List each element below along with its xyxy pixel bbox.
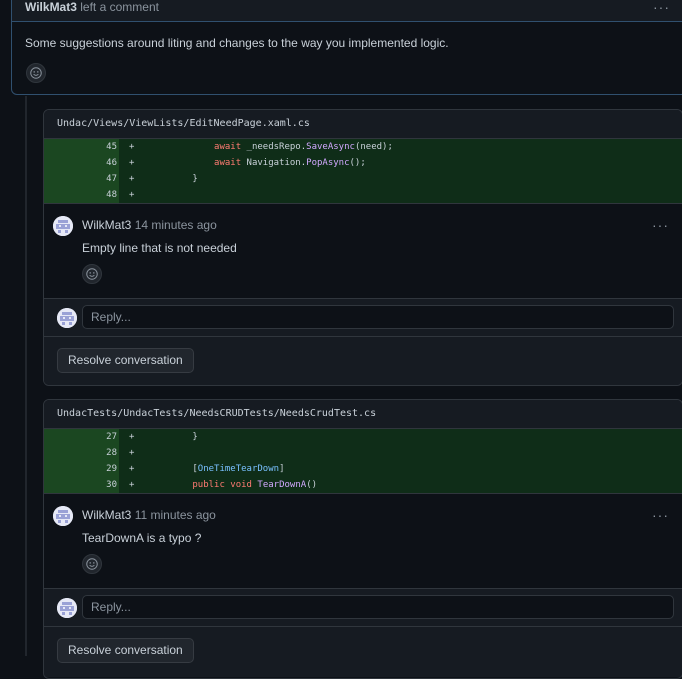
diff-sign: + <box>129 448 135 458</box>
comment-body: Some suggestions around liting and chang… <box>25 36 449 50</box>
thread-comment: WilkMat3 11 minutes ago ··· TearDownA is… <box>44 493 682 589</box>
more-options-icon[interactable]: ··· <box>653 0 670 15</box>
code-token-kw: void <box>230 480 252 490</box>
diff-line[interactable]: 47 + } <box>44 171 682 187</box>
code-token-fn: SaveAsync <box>306 142 355 152</box>
comment-author-line: WilkMat3 left a comment <box>25 0 159 14</box>
comment-author-line: WilkMat3 11 minutes ago <box>82 508 216 522</box>
resolve-conversation-button[interactable]: Resolve conversation <box>57 348 194 373</box>
review-comment: WilkMat3 left a comment ··· Some suggest… <box>11 0 682 95</box>
diff-line[interactable]: 48 + <box>44 187 682 203</box>
code-token-attr: OneTimeTearDown <box>197 464 280 474</box>
diff-sign: + <box>129 142 135 152</box>
line-number[interactable]: 47 <box>44 171 119 187</box>
smiley-icon <box>30 67 42 79</box>
comment-author[interactable]: WilkMat3 <box>82 218 131 232</box>
avatar <box>57 598 77 618</box>
code-token: ] <box>279 464 285 474</box>
review-thread-2: UndacTests/UndacTests/NeedsCRUDTests/Nee… <box>43 399 682 679</box>
code-token-fn: TearDownA <box>257 480 307 490</box>
comment-timestamp[interactable]: 14 minutes ago <box>135 218 217 232</box>
code-token-kw: await <box>214 158 242 168</box>
line-number[interactable]: 30 <box>44 477 119 493</box>
diff-line[interactable]: 29 + [OneTimeTearDown] <box>44 461 682 477</box>
code-token: (); <box>349 158 366 168</box>
code-token: _needsRepo. <box>241 142 307 152</box>
diff-sign: + <box>129 464 135 474</box>
add-reaction-button[interactable] <box>26 63 46 83</box>
code-token: } <box>192 174 198 184</box>
line-number[interactable]: 27 <box>44 429 119 445</box>
line-number[interactable]: 46 <box>44 155 119 171</box>
code-text: public void TearDownA() <box>149 477 317 493</box>
avatar[interactable] <box>53 506 73 526</box>
code-text: [OneTimeTearDown] <box>149 461 284 477</box>
line-number[interactable]: 48 <box>44 187 119 203</box>
comment-author[interactable]: WilkMat3 <box>25 0 77 14</box>
comment-timestamp[interactable]: 11 minutes ago <box>135 508 216 522</box>
comment-body: Empty line that is not needed <box>82 241 237 255</box>
comment-body: TearDownA is a typo ? <box>82 531 202 545</box>
code-token-kw: public <box>192 480 225 490</box>
smiley-icon <box>86 268 98 280</box>
code-text: await _needsRepo.SaveAsync(need); <box>149 139 393 155</box>
diff-sign: + <box>129 158 135 168</box>
comment-action: left a comment <box>80 0 159 14</box>
code-token: (need); <box>354 142 393 152</box>
code-token: () <box>306 480 318 490</box>
diff-sign: + <box>129 480 135 490</box>
avatar <box>57 308 77 328</box>
diff-hunk: 45 + await _needsRepo.SaveAsync(need); 46 +… <box>44 139 682 203</box>
thread-comment: WilkMat3 14 minutes ago ··· Empty line t… <box>44 203 682 299</box>
reply-input[interactable]: Reply... <box>82 305 674 329</box>
avatar[interactable] <box>53 216 73 236</box>
diff-line[interactable]: 46 + await Navigation.PopAsync(); <box>44 155 682 171</box>
reply-row: Reply... <box>44 589 682 627</box>
diff-hunk: 27 + } 28 +29 + [OneTimeTearDown] 30 + public … <box>44 429 682 493</box>
code-text: } <box>149 171 198 187</box>
resolve-row: Resolve conversation <box>44 627 682 677</box>
line-number[interactable]: 28 <box>44 445 119 461</box>
code-text: } <box>149 429 198 445</box>
line-number[interactable]: 45 <box>44 139 119 155</box>
diff-sign: + <box>129 174 135 184</box>
diff-sign: + <box>129 432 135 442</box>
diff-line[interactable]: 27 + } <box>44 429 682 445</box>
diff-sign: + <box>129 190 135 200</box>
comment-author-line: WilkMat3 14 minutes ago <box>82 218 217 232</box>
diff-line[interactable]: 30 + public void TearDownA() <box>44 477 682 493</box>
reply-input[interactable]: Reply... <box>82 595 674 619</box>
reply-row: Reply... <box>44 299 682 337</box>
code-text: await Navigation.PopAsync(); <box>149 155 366 171</box>
add-reaction-button[interactable] <box>82 264 102 284</box>
resolve-conversation-button[interactable]: Resolve conversation <box>57 638 194 663</box>
code-token: } <box>192 432 198 442</box>
review-comment-header: WilkMat3 left a comment ··· <box>12 0 682 22</box>
file-path[interactable]: Undac/Views/ViewLists/EditNeedPage.xaml.… <box>44 110 682 139</box>
code-token-fn: PopAsync <box>306 158 350 168</box>
review-thread-1: Undac/Views/ViewLists/EditNeedPage.xaml.… <box>43 109 682 386</box>
diff-line[interactable]: 28 + <box>44 445 682 461</box>
comment-author[interactable]: WilkMat3 <box>82 508 131 522</box>
code-token: Navigation. <box>241 158 307 168</box>
code-token-kw: await <box>214 142 242 152</box>
smiley-icon <box>86 558 98 570</box>
more-options-icon[interactable]: ··· <box>652 507 669 523</box>
file-path[interactable]: UndacTests/UndacTests/NeedsCRUDTests/Nee… <box>44 400 682 429</box>
add-reaction-button[interactable] <box>82 554 102 574</box>
line-number[interactable]: 29 <box>44 461 119 477</box>
timeline-line <box>25 96 27 656</box>
more-options-icon[interactable]: ··· <box>652 217 669 233</box>
resolve-row: Resolve conversation <box>44 337 682 385</box>
diff-line[interactable]: 45 + await _needsRepo.SaveAsync(need); <box>44 139 682 155</box>
